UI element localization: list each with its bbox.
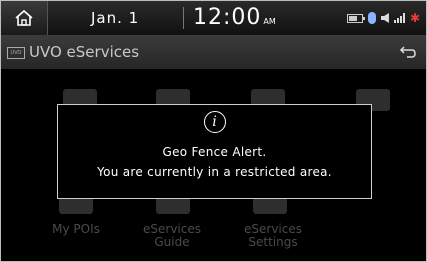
screen-frame: Jan. 1 12:00 AM ✱ UVO UVO eServices My P… — [0, 0, 427, 262]
recording-icon: ✱ — [409, 11, 420, 25]
date-display: Jan. 1 — [91, 9, 140, 27]
uvo-logo-icon: UVO — [7, 47, 25, 59]
eservices-settings-label[interactable]: eServices Settings — [233, 223, 313, 249]
signal-icon — [393, 13, 405, 23]
volume-icon — [380, 13, 389, 23]
title-bar: UVO UVO eServices — [1, 36, 426, 69]
clock-display[interactable]: 12:00 AM — [193, 5, 276, 30]
battery-icon — [346, 13, 365, 23]
status-icons: ✱ — [346, 11, 420, 25]
geo-fence-alert-dialog[interactable]: i Geo Fence Alert. You are currently in … — [57, 104, 372, 199]
back-arrow-icon — [399, 46, 416, 58]
status-bar: Jan. 1 12:00 AM ✱ — [1, 1, 426, 36]
home-icon — [15, 9, 33, 26]
clock-time: 12:00 — [193, 5, 262, 30]
info-icon: i — [203, 111, 226, 133]
alert-message: You are currently in a restricted area. — [97, 165, 332, 179]
back-button[interactable] — [398, 43, 418, 61]
eservices-guide-label[interactable]: eServices Guide — [137, 223, 207, 249]
my-pois-label[interactable]: My POIs — [41, 223, 111, 236]
alert-title: Geo Fence Alert. — [162, 145, 267, 159]
home-button[interactable] — [1, 1, 48, 35]
bluetooth-icon — [367, 12, 376, 24]
clock-ampm: AM — [263, 17, 276, 26]
status-divider — [183, 7, 184, 29]
page-title: UVO eServices — [29, 43, 140, 61]
